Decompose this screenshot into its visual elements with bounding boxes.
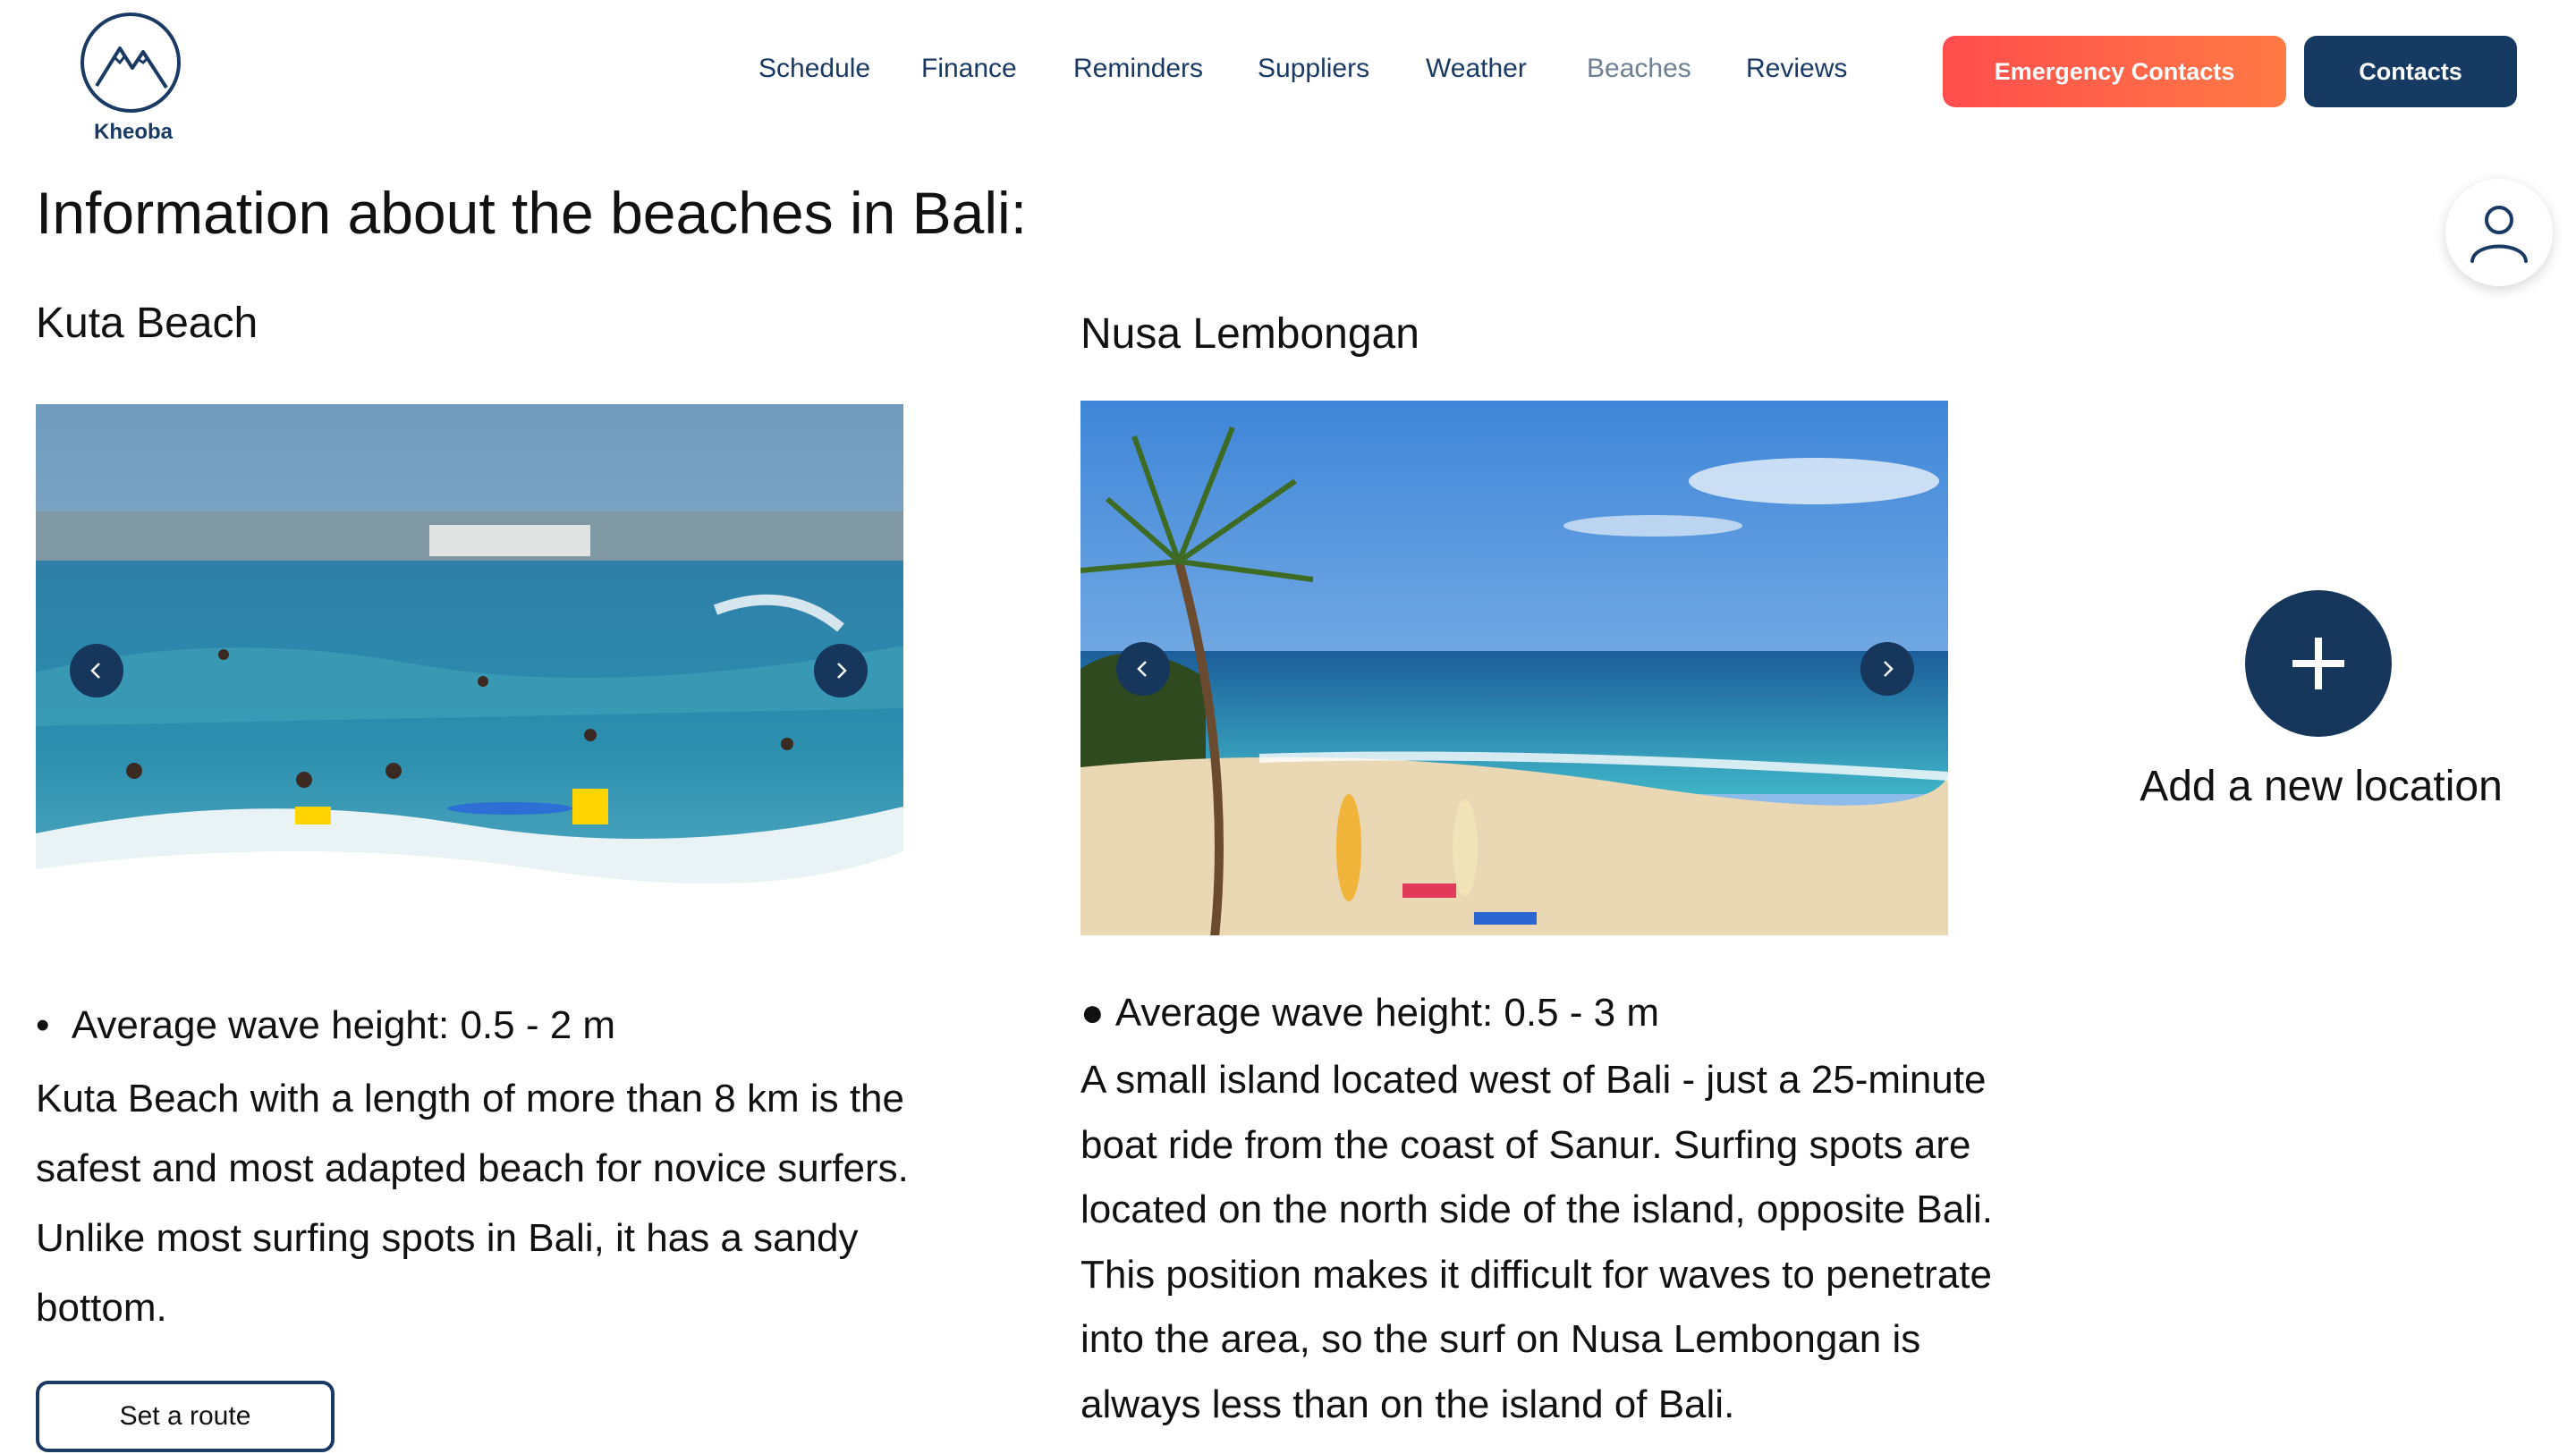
mountain-icon <box>80 13 181 113</box>
brand-name: Kheoba <box>93 120 173 144</box>
kuta-description: Kuta Beach with a length of more than 8 … <box>36 1077 909 1330</box>
nav-schedule[interactable]: Schedule <box>758 54 870 84</box>
bullet-icon: ● <box>1080 991 1115 1035</box>
beach-name-nusa-lembongan: Nusa Lembongan <box>1080 310 1419 358</box>
nusa-lembongan-photo <box>1080 401 1948 935</box>
brand-logo[interactable]: Kheoba <box>75 9 191 144</box>
kuta-beach-photo <box>36 404 903 939</box>
plus-icon <box>2292 638 2344 689</box>
contacts-button[interactable]: Contacts <box>2304 36 2517 107</box>
user-icon <box>2470 206 2528 263</box>
nav-reviews[interactable]: Reviews <box>1746 54 1847 84</box>
nav-reminders[interactable]: Reminders <box>1073 54 1203 84</box>
user-profile-button[interactable] <box>2445 179 2553 286</box>
chevron-left-icon <box>1137 661 1147 677</box>
nusa-prev-button[interactable] <box>1116 642 1170 696</box>
bullet-icon: • <box>36 1003 72 1047</box>
chevron-left-icon <box>90 663 100 679</box>
emergency-contacts-button[interactable]: Emergency Contacts <box>1943 36 2286 107</box>
nav-beaches[interactable]: Beaches <box>1587 54 1691 84</box>
nusa-description: A small island located west of Bali - ju… <box>1080 1058 1994 1426</box>
beach-name-kuta: Kuta Beach <box>36 300 258 347</box>
kuta-next-button[interactable] <box>814 644 868 697</box>
add-location-label: Add a new location <box>2140 763 2503 810</box>
add-location-button[interactable] <box>2245 590 2392 737</box>
nusa-next-button[interactable] <box>1860 642 1914 696</box>
nav-weather[interactable]: Weather <box>1426 54 1527 84</box>
chevron-right-icon <box>837 663 847 679</box>
chevron-right-icon <box>1884 661 1894 677</box>
page-title: Information about the beaches in Bali: <box>36 180 1028 247</box>
set-route-button[interactable]: Set a route <box>36 1381 335 1452</box>
kuta-wave-height: • Average wave height: 0.5 - 2 m <box>36 1003 616 1047</box>
kuta-prev-button[interactable] <box>70 644 123 697</box>
nav-suppliers[interactable]: Suppliers <box>1258 54 1369 84</box>
nav-finance[interactable]: Finance <box>921 54 1017 84</box>
nusa-wave-height: ● Average wave height: 0.5 - 3 m <box>1080 991 1660 1035</box>
